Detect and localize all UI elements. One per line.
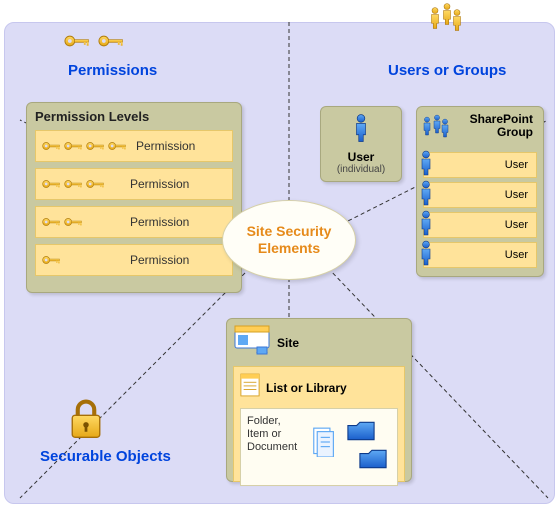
permission-label: Permission: [136, 139, 195, 153]
group-user-label: User: [505, 219, 528, 231]
person-icon: [418, 149, 434, 180]
group-user-label: User: [505, 159, 528, 171]
list-icon: [240, 373, 260, 402]
sharepoint-group-card: SharePointGroup User User User User: [416, 106, 544, 277]
list-label: List or Library: [266, 381, 347, 395]
group-user-row: User: [423, 182, 537, 208]
key-icon: [86, 178, 106, 190]
users-groups-heading: Users or Groups: [388, 62, 506, 79]
key-icon: [42, 178, 62, 190]
key-icon: [108, 140, 128, 152]
site-card: Site List or Library Folder,Item orDocum…: [226, 318, 412, 482]
group-user-row: User: [423, 242, 537, 268]
key-icon: [42, 216, 62, 228]
folder-label: Folder,Item orDocument: [247, 415, 307, 455]
permission-levels-title: Permission Levels: [35, 109, 233, 124]
people-group-icon: [424, 2, 468, 45]
site-icon: [233, 325, 271, 360]
permission-row: Permission: [35, 130, 233, 162]
group-user-label: User: [505, 249, 528, 261]
group-user-row: User: [423, 152, 537, 178]
person-icon: [352, 130, 370, 147]
permission-row: Permission: [35, 206, 233, 238]
user-sublabel: (individual): [321, 164, 401, 175]
key-icon: [64, 178, 84, 190]
center-node: Site SecurityElements: [222, 200, 356, 280]
permission-levels-panel: Permission Levels Permission Permission Pe…: [26, 102, 242, 293]
site-label: Site: [277, 336, 299, 350]
group-user-row: User: [423, 212, 537, 238]
person-icon: [418, 209, 434, 240]
key-icon: [42, 254, 62, 266]
securable-heading: Securable Objects: [40, 448, 171, 465]
folder-item-card: Folder,Item orDocument: [240, 408, 398, 486]
user-individual-card: User (individual): [320, 106, 402, 182]
person-icon: [418, 239, 434, 270]
group-user-label: User: [505, 189, 528, 201]
permission-label: Permission: [130, 177, 189, 191]
permission-label: Permission: [130, 253, 189, 267]
folder-icon: [345, 419, 377, 448]
list-library-card: List or Library Folder,Item orDocument: [233, 366, 405, 482]
key-icon: [64, 140, 84, 152]
group-title: SharePointGroup: [453, 113, 537, 139]
permission-row: Permission: [35, 244, 233, 276]
key-icon: [42, 140, 62, 152]
permission-label: Permission: [130, 215, 189, 229]
people-group-icon: [419, 113, 453, 148]
document-icon: [311, 427, 335, 462]
center-label: Site SecurityElements: [247, 223, 332, 258]
folder-icon: [357, 447, 389, 476]
keys-decorative: [64, 30, 126, 52]
person-icon: [418, 179, 434, 210]
key-icon: [64, 216, 84, 228]
key-icon: [86, 140, 106, 152]
user-label: User: [321, 150, 401, 164]
permissions-heading: Permissions: [68, 62, 157, 79]
permission-row: Permission: [35, 168, 233, 200]
lock-icon: [66, 396, 106, 445]
